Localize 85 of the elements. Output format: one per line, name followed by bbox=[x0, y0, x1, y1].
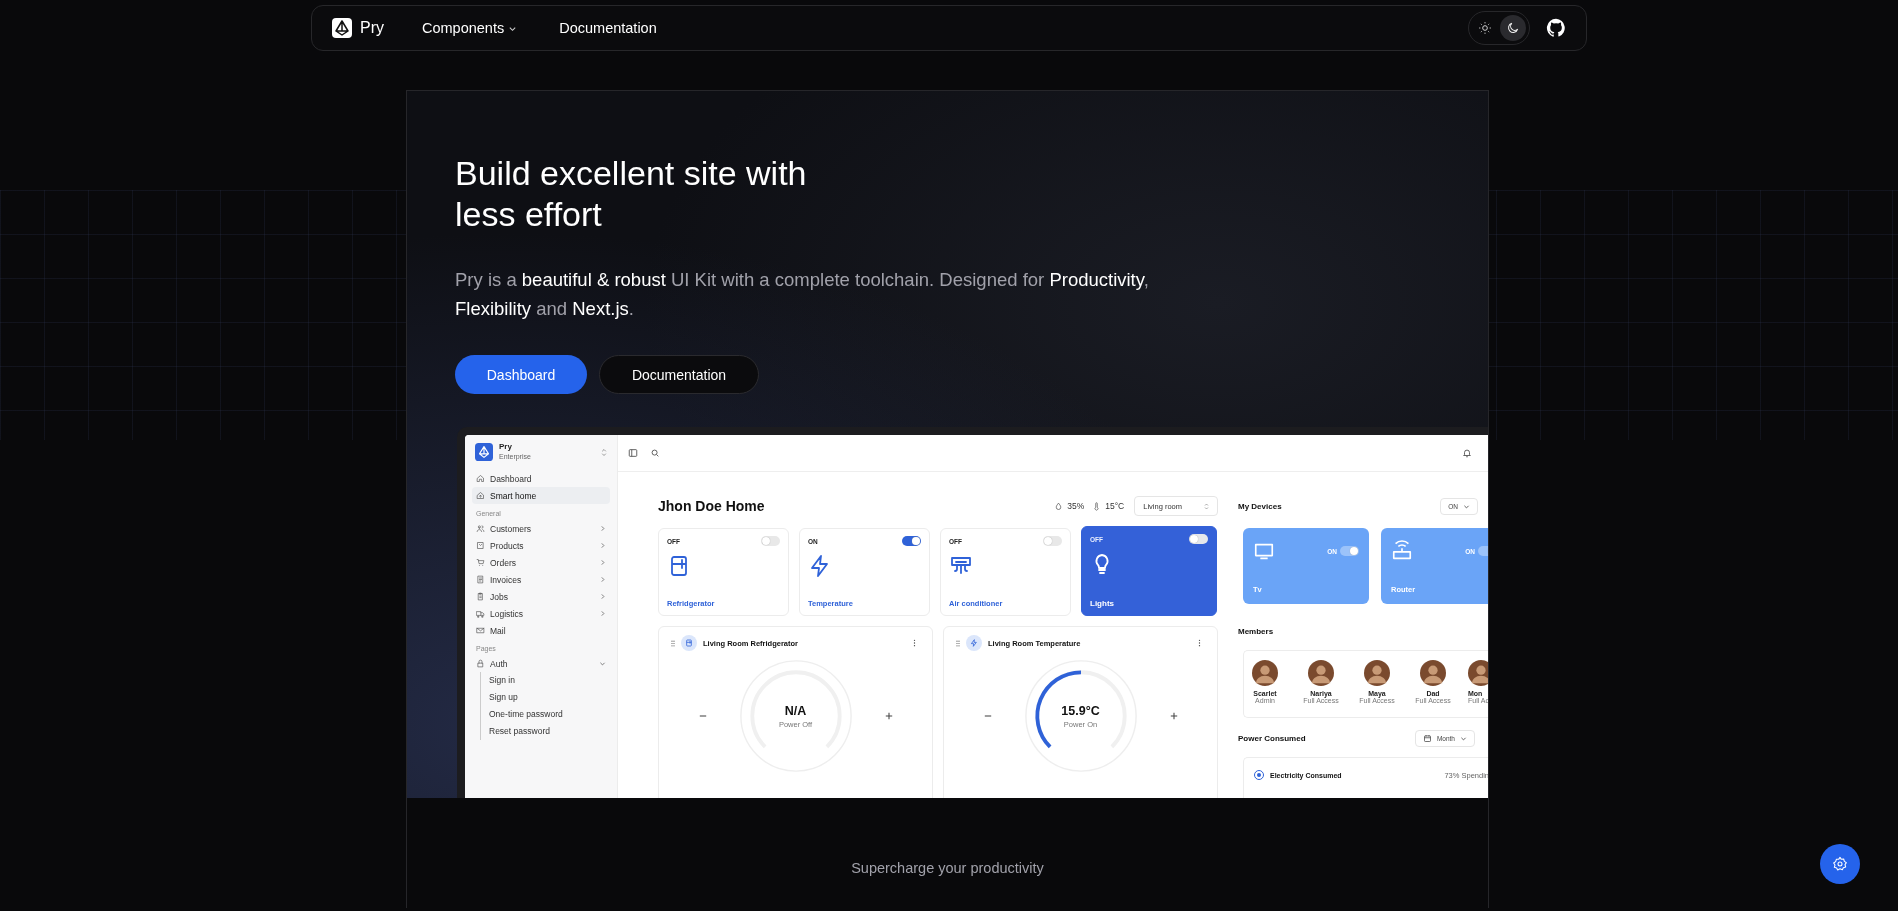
avatar[interactable] bbox=[1252, 660, 1278, 686]
sidebar-item[interactable]: Products bbox=[472, 537, 610, 554]
device-icon bbox=[966, 635, 982, 651]
avatar[interactable] bbox=[1468, 660, 1488, 686]
chevron-icon bbox=[599, 660, 606, 667]
sun-icon bbox=[1478, 21, 1492, 35]
sidebar-subitem[interactable]: Sign up bbox=[481, 689, 610, 706]
minus-icon bbox=[698, 712, 707, 720]
sidebar-item[interactable]: Smart home bbox=[472, 487, 610, 504]
chevron-icon bbox=[599, 576, 606, 583]
document-icon bbox=[476, 575, 485, 584]
home-icon bbox=[476, 491, 485, 500]
plus-icon bbox=[884, 712, 893, 720]
users-icon bbox=[476, 524, 485, 533]
toggle-switch[interactable] bbox=[761, 536, 780, 546]
humidity-value: 35% bbox=[1067, 501, 1085, 511]
clipboard-icon bbox=[476, 592, 485, 601]
section-title: Power Consumed bbox=[1238, 733, 1306, 743]
section-title: Members bbox=[1238, 626, 1274, 636]
calendar-icon bbox=[1422, 733, 1432, 743]
chevron-icon bbox=[599, 593, 606, 600]
device-icon bbox=[1391, 540, 1413, 562]
sidebar-item[interactable]: Jobs bbox=[472, 588, 610, 605]
hero-description: Pry is a beautiful & robust UI Kit with a complete toolchain. Designed for Productivity, Flexibility and Next.js. bbox=[455, 268, 1150, 321]
more-icon[interactable] bbox=[1198, 639, 1201, 647]
sidebar-subitem[interactable]: Reset password bbox=[481, 723, 610, 740]
sidebar-item[interactable]: Orders bbox=[472, 554, 610, 571]
bell-icon[interactable] bbox=[1462, 448, 1472, 458]
minus-icon bbox=[983, 712, 992, 720]
theme-button[interactable] bbox=[1500, 15, 1526, 41]
more-icon[interactable] bbox=[913, 639, 916, 647]
drag-handle-icon[interactable] bbox=[671, 639, 675, 647]
settings-button[interactable] bbox=[1820, 844, 1860, 884]
sidebar-item[interactable]: Dashboard bbox=[472, 470, 610, 487]
truck-icon bbox=[476, 609, 485, 618]
home-icon bbox=[476, 474, 485, 483]
sidebar-item[interactable]: Invoices bbox=[472, 571, 610, 588]
nav-link[interactable]: Documentation bbox=[559, 20, 657, 36]
device-icon bbox=[681, 635, 697, 651]
sidebar-item[interactable]: Logistics bbox=[472, 605, 610, 622]
gauge-value: 15.9°C bbox=[1061, 703, 1100, 718]
chevron-icon bbox=[599, 610, 606, 617]
home-title: Jhon Doe Home bbox=[658, 498, 765, 514]
avatar[interactable] bbox=[1420, 660, 1446, 686]
thermometer-icon bbox=[1092, 501, 1102, 511]
nav-link[interactable]: Components bbox=[422, 20, 518, 36]
sidebar-item[interactable]: Mail bbox=[472, 622, 610, 639]
search-icon[interactable] bbox=[650, 448, 660, 458]
cart-icon bbox=[476, 558, 485, 567]
section-title: My Devices bbox=[1238, 501, 1282, 511]
device-label: Lights bbox=[1090, 599, 1115, 608]
sidebar-subitem[interactable]: One-time password bbox=[481, 706, 610, 723]
drag-handle-icon[interactable] bbox=[956, 639, 960, 647]
logo-icon bbox=[475, 443, 493, 461]
toggle-switch[interactable] bbox=[1340, 546, 1359, 556]
sidebar-item[interactable]: Customers bbox=[472, 520, 610, 537]
avatar[interactable] bbox=[1364, 660, 1390, 686]
brand-name[interactable]: Pry bbox=[360, 19, 384, 37]
hero-title: Build excellent site with less effort bbox=[455, 153, 808, 235]
tagline: Supercharge your productivity bbox=[850, 860, 1045, 876]
sidebar-toggle-icon[interactable] bbox=[628, 448, 638, 458]
chevrons-icon bbox=[1204, 502, 1209, 510]
humidity-icon bbox=[1054, 501, 1064, 511]
box-icon bbox=[476, 541, 485, 550]
avatar[interactable] bbox=[1308, 660, 1334, 686]
mail-icon bbox=[476, 626, 485, 635]
settings-icon bbox=[1832, 856, 1848, 872]
toggle-switch[interactable] bbox=[902, 536, 921, 546]
sidebar-subitem[interactable]: Sign in bbox=[481, 672, 610, 689]
moon-icon bbox=[1506, 21, 1520, 35]
chevron-icon bbox=[599, 542, 606, 549]
logo-icon[interactable] bbox=[332, 18, 352, 38]
plus-icon bbox=[1169, 712, 1178, 720]
toggle-switch[interactable] bbox=[1189, 534, 1208, 544]
temperature-value: 15°C bbox=[1105, 501, 1125, 511]
secondary-button[interactable]: Documentation bbox=[599, 355, 759, 394]
workspace-name[interactable]: Pry bbox=[499, 442, 531, 452]
chevron-icon bbox=[599, 525, 606, 532]
chevron-icon bbox=[599, 559, 606, 566]
primary-button[interactable]: Dashboard bbox=[455, 355, 587, 394]
github-icon[interactable] bbox=[1546, 18, 1566, 38]
toggle-switch[interactable] bbox=[1043, 536, 1062, 546]
gauge-value: N/A bbox=[784, 703, 807, 718]
sidebar-item[interactable]: Auth bbox=[472, 655, 610, 672]
lock-icon bbox=[476, 659, 485, 668]
